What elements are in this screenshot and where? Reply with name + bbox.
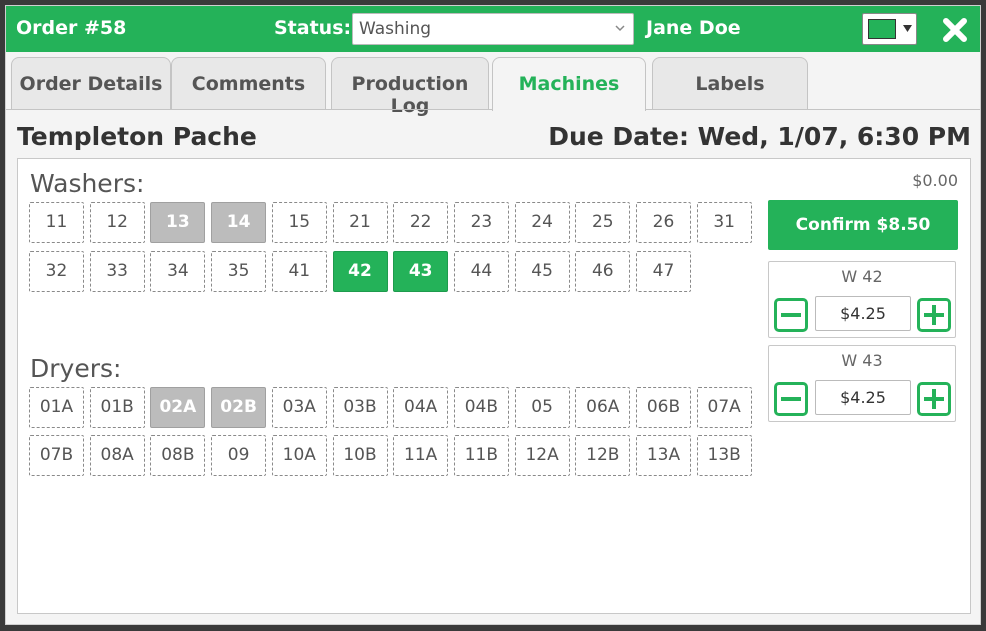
tab-order-details[interactable]: Order Details	[11, 57, 171, 109]
price-w43-input[interactable]: $4.25	[815, 380, 911, 415]
washer-22[interactable]: 22	[393, 202, 449, 243]
dryer-02b[interactable]: 02B	[211, 387, 267, 428]
tab-machines[interactable]: Machines	[492, 57, 646, 111]
dryers-label: Dryers:	[30, 354, 122, 383]
dryer-10a[interactable]: 10A	[271, 435, 327, 476]
order-modal: Order #58 Status: Washing Jane Doe Order…	[5, 5, 981, 625]
customer-name: Jane Doe	[646, 17, 741, 39]
dryer-03a[interactable]: 03A	[271, 387, 327, 428]
washer-35[interactable]: 35	[211, 251, 267, 292]
dryer-05[interactable]: 05	[514, 387, 570, 428]
color-swatch	[868, 19, 896, 39]
washer-13[interactable]: 13	[150, 202, 206, 243]
washer-26[interactable]: 26	[636, 202, 691, 243]
dryer-11a[interactable]: 11A	[393, 435, 449, 476]
washer-23[interactable]: 23	[453, 202, 509, 243]
washer-32[interactable]: 32	[29, 251, 84, 292]
caret-down-icon	[903, 25, 912, 32]
washer-14[interactable]: 14	[211, 202, 267, 243]
washer-21[interactable]: 21	[332, 202, 388, 243]
dryer-13b[interactable]: 13B	[696, 435, 752, 476]
status-label: Status:	[274, 17, 352, 39]
dryer-04b[interactable]: 04B	[453, 387, 509, 428]
cart-item-label: W 43	[841, 351, 883, 370]
washer-45[interactable]: 45	[514, 251, 570, 292]
dryer-09[interactable]: 09	[211, 435, 267, 476]
dryer-01a[interactable]: 01A	[29, 387, 84, 428]
dryer-04a[interactable]: 04A	[393, 387, 449, 428]
decrement-w43-button[interactable]	[774, 382, 808, 416]
washer-25[interactable]: 25	[575, 202, 631, 243]
dryer-06b[interactable]: 06B	[636, 387, 691, 428]
washer-44[interactable]: 44	[453, 251, 509, 292]
content-header: Templeton Pache Due Date: Wed, 1/07, 6:3…	[6, 109, 980, 157]
washer-24[interactable]: 24	[514, 202, 570, 243]
washers-label: Washers:	[30, 169, 145, 198]
cart-item-w42: W 42 $4.25	[768, 261, 956, 338]
dryer-07a[interactable]: 07A	[696, 387, 752, 428]
dryer-01b[interactable]: 01B	[89, 387, 145, 428]
status-select[interactable]: Washing	[352, 13, 634, 45]
washer-43[interactable]: 43	[393, 251, 449, 292]
decrement-w42-button[interactable]	[774, 298, 808, 332]
chevron-down-icon	[615, 25, 625, 32]
price-w42-input[interactable]: $4.25	[815, 296, 911, 331]
increment-w43-button[interactable]	[917, 382, 951, 416]
dryer-13a[interactable]: 13A	[636, 435, 691, 476]
dryer-10b[interactable]: 10B	[332, 435, 388, 476]
modal-header: Order #58 Status: Washing Jane Doe	[6, 6, 980, 52]
washer-46[interactable]: 46	[575, 251, 631, 292]
dryer-08a[interactable]: 08A	[89, 435, 145, 476]
cart-item-label: W 42	[841, 267, 883, 286]
machines-panel: Washers: Dryers: $0.00 Confirm $8.50 W 4…	[17, 158, 971, 614]
dryer-12a[interactable]: 12A	[514, 435, 570, 476]
dryer-12b[interactable]: 12B	[575, 435, 631, 476]
status-value: Washing	[359, 19, 432, 39]
washer-47[interactable]: 47	[636, 251, 691, 292]
color-tag-picker[interactable]	[862, 13, 917, 45]
dryer-11b[interactable]: 11B	[453, 435, 509, 476]
tab-comments[interactable]: Comments	[171, 57, 326, 109]
washer-12[interactable]: 12	[89, 202, 145, 243]
washer-11[interactable]: 11	[29, 202, 84, 243]
dryer-03b[interactable]: 03B	[332, 387, 388, 428]
customer-title: Templeton Pache	[17, 122, 257, 151]
due-date: Due Date: Wed, 1/07, 6:30 PM	[548, 122, 971, 151]
order-title: Order #58	[16, 17, 127, 39]
balance: $0.00	[912, 171, 958, 190]
tab-labels[interactable]: Labels	[652, 57, 808, 109]
dryer-02a[interactable]: 02A	[150, 387, 206, 428]
washer-41[interactable]: 41	[271, 251, 327, 292]
washer-33[interactable]: 33	[89, 251, 145, 292]
dryer-06a[interactable]: 06A	[575, 387, 631, 428]
washer-31[interactable]: 31	[696, 202, 752, 243]
dryer-08b[interactable]: 08B	[150, 435, 206, 476]
confirm-button[interactable]: Confirm $8.50	[768, 200, 958, 250]
washer-42[interactable]: 42	[332, 251, 388, 292]
washer-15[interactable]: 15	[271, 202, 327, 243]
cart-item-w43: W 43 $4.25	[768, 345, 956, 422]
dryer-07b[interactable]: 07B	[29, 435, 84, 476]
increment-w42-button[interactable]	[917, 298, 951, 332]
washer-34[interactable]: 34	[150, 251, 206, 292]
close-icon[interactable]	[943, 18, 967, 42]
tab-production-log[interactable]: Production Log	[331, 57, 489, 117]
